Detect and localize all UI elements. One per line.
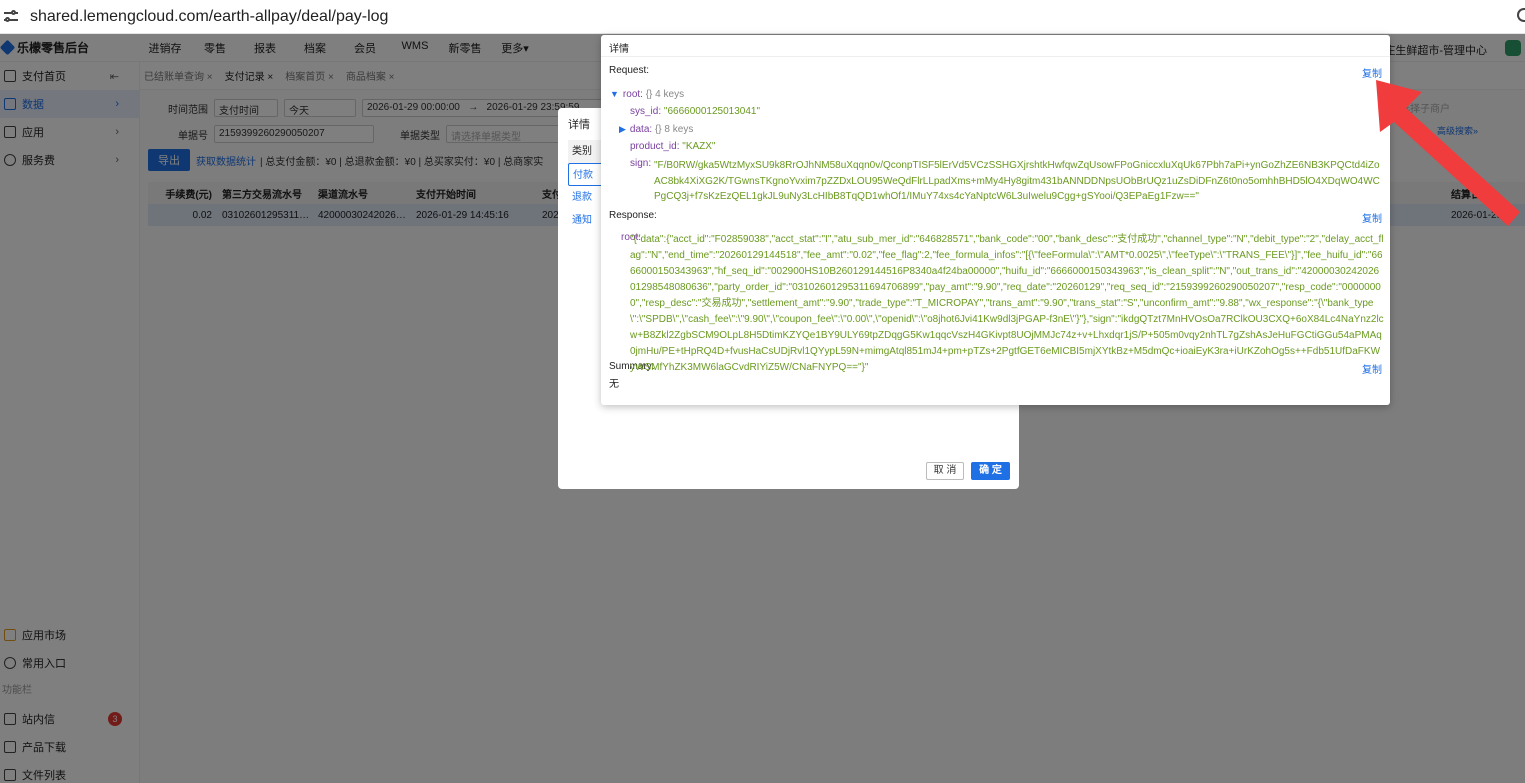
json-key: product_id: <box>630 141 680 152</box>
caret-right-icon[interactable]: ▶ <box>619 124 626 134</box>
json-root-node[interactable]: ▼ root: {} 4 keys <box>610 89 684 100</box>
cancel-button[interactable]: 取 消 <box>926 462 964 480</box>
json-value: "6666000125013041" <box>663 106 760 117</box>
caret-down-icon[interactable]: ▼ <box>610 89 619 99</box>
json-meta: {} 4 keys <box>645 89 685 100</box>
arrow-shape <box>1376 80 1520 226</box>
json-product-id: product_id: "KAZX" <box>630 141 715 152</box>
modal-title: 详情 <box>568 119 590 131</box>
response-label: Response: <box>609 210 657 221</box>
ok-button[interactable]: 确 定 <box>971 462 1010 480</box>
site-settings-icon[interactable] <box>4 9 20 24</box>
divider <box>601 56 1390 57</box>
json-sys-id: sys_id: "6666000125013041" <box>630 106 760 117</box>
json-value: "KAZX" <box>682 141 716 152</box>
json-sign-value: "F/B0RW/gka5WtzMyxSU9k8RrOJhNM58uXqqn0v/… <box>654 160 1380 203</box>
url-text[interactable]: shared.lemengcloud.com/earth-allpay/deal… <box>30 8 388 26</box>
address-bar[interactable]: shared.lemengcloud.com/earth-allpay/deal… <box>0 0 1525 34</box>
json-sign-key: sign: <box>630 158 652 169</box>
json-key: data: <box>629 124 653 135</box>
annotation-arrow-icon <box>1376 80 1520 226</box>
json-key: root: <box>622 89 643 100</box>
browser-edge-icon[interactable] <box>1517 8 1525 22</box>
summary-value: 无 <box>609 379 619 390</box>
json-key: sys_id: <box>630 106 662 117</box>
request-label: Request: <box>609 65 650 76</box>
json-data-node[interactable]: ▶ data: {} 8 keys <box>619 124 693 135</box>
panel-title: 详情 <box>609 44 629 55</box>
json-response-value: "{"data":{"acct_id":"F02859038","acct_st… <box>630 234 1384 373</box>
json-meta: {} 8 keys <box>654 124 694 135</box>
